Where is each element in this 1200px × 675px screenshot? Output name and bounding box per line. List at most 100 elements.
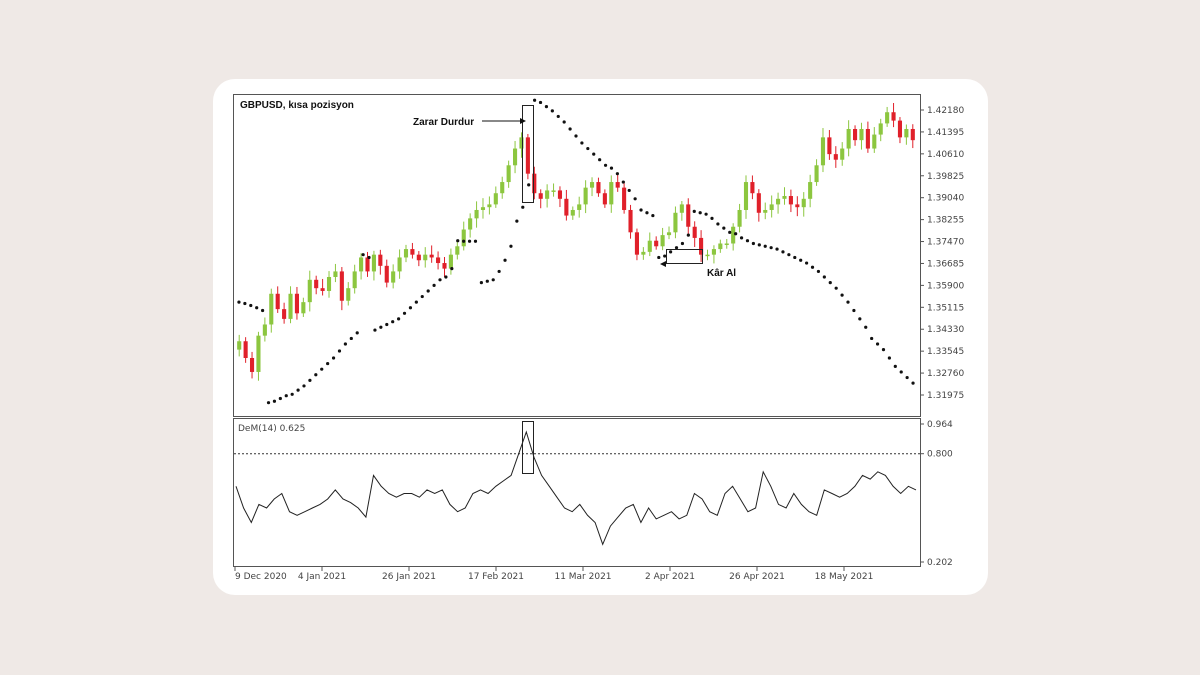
sar-dot bbox=[615, 172, 619, 176]
sar-dot bbox=[462, 239, 466, 243]
x-tick-label: 17 Feb 2021 bbox=[468, 572, 524, 582]
candle-body bbox=[820, 137, 826, 166]
price-tick-label: 1.31975 bbox=[927, 391, 964, 401]
candle-body bbox=[493, 193, 498, 205]
sar-dot bbox=[769, 246, 773, 250]
price-tick-label: 1.39040 bbox=[927, 194, 964, 204]
candle-body bbox=[262, 324, 267, 336]
candle-body bbox=[307, 279, 312, 303]
sar-dot bbox=[864, 325, 868, 329]
sar-dot bbox=[639, 208, 643, 212]
x-tick-label: 2 Apr 2021 bbox=[645, 572, 695, 582]
sar-dot bbox=[775, 247, 779, 251]
sar-dot bbox=[515, 219, 519, 223]
candle-body bbox=[416, 254, 421, 261]
sar-dot bbox=[858, 317, 862, 321]
indicator-panel bbox=[233, 418, 921, 567]
sar-dot bbox=[467, 239, 472, 243]
price-tick-label: 1.34330 bbox=[927, 325, 964, 335]
candle-body bbox=[782, 196, 787, 199]
candle-body bbox=[808, 182, 813, 199]
candle-body bbox=[513, 148, 518, 166]
sar-dot bbox=[734, 232, 738, 236]
candle-body bbox=[602, 193, 607, 205]
candle-body bbox=[461, 229, 466, 247]
sar-dot bbox=[751, 241, 755, 246]
candle-body bbox=[339, 271, 344, 301]
sar-dot bbox=[580, 141, 584, 145]
indicator-tick-label: 0.964 bbox=[927, 420, 953, 430]
sar-dot bbox=[538, 100, 543, 105]
candle-body bbox=[679, 204, 684, 213]
sar-dot bbox=[627, 188, 631, 193]
sar-dot bbox=[533, 98, 537, 102]
sar-dot bbox=[603, 163, 608, 167]
candle-body bbox=[609, 182, 614, 205]
sar-dot bbox=[302, 384, 306, 388]
candle-body bbox=[750, 182, 755, 194]
candle-body bbox=[814, 165, 819, 183]
candle-body bbox=[756, 193, 761, 213]
candle-body bbox=[583, 187, 588, 205]
sar-dot bbox=[243, 301, 247, 306]
indicator-tick-label: 0.800 bbox=[927, 450, 953, 460]
sar-dot bbox=[544, 105, 549, 109]
candle-body bbox=[891, 112, 896, 121]
sar-dot bbox=[331, 356, 336, 360]
sar-dot bbox=[479, 280, 483, 285]
candle-body bbox=[705, 254, 710, 257]
candle-body bbox=[718, 243, 723, 250]
sar-dot bbox=[881, 348, 886, 352]
sar-dot bbox=[840, 293, 844, 297]
candle-body bbox=[711, 249, 716, 255]
candle-body bbox=[429, 254, 434, 258]
price-tick-label: 1.38255 bbox=[927, 216, 964, 226]
sar-dot bbox=[503, 258, 507, 262]
stop-loss-label: Zarar Durdur bbox=[413, 117, 474, 128]
candle-body bbox=[269, 293, 274, 325]
candle-body bbox=[237, 341, 242, 350]
sar-dot bbox=[432, 283, 436, 287]
price-tick-label: 1.37470 bbox=[927, 238, 964, 248]
sar-dot bbox=[834, 286, 838, 290]
sar-dot bbox=[887, 356, 891, 360]
candle-body bbox=[686, 204, 691, 227]
candle-body bbox=[788, 196, 793, 205]
sar-dot bbox=[237, 300, 241, 304]
sar-dot bbox=[739, 236, 744, 240]
chart-canvas: 1.42180 1.41395 1.40610 1.39825 1.39040 1.382… bbox=[233, 94, 964, 582]
candle-body bbox=[288, 293, 293, 319]
sar-dot bbox=[337, 349, 342, 353]
sar-dot bbox=[805, 261, 809, 265]
sar-dot bbox=[320, 367, 324, 371]
sar-dot bbox=[290, 392, 294, 396]
sar-dot bbox=[426, 289, 430, 293]
price-tick-label: 1.35900 bbox=[927, 281, 964, 291]
candle-body bbox=[833, 154, 838, 160]
candle-body bbox=[743, 182, 749, 210]
candle-body bbox=[885, 112, 890, 124]
sar-dot bbox=[745, 239, 750, 243]
candle-body bbox=[378, 254, 383, 266]
sar-dot bbox=[899, 370, 903, 374]
candle-body bbox=[442, 263, 447, 269]
candle-body bbox=[801, 198, 806, 208]
candle-body bbox=[301, 302, 306, 314]
candle-body bbox=[249, 357, 255, 372]
sar-dot bbox=[674, 246, 679, 250]
candle-body bbox=[647, 240, 652, 252]
candle-body bbox=[557, 190, 563, 199]
price-tick-label: 1.36685 bbox=[927, 259, 964, 269]
price-panel bbox=[233, 94, 921, 417]
sar-dot bbox=[373, 328, 377, 332]
candle-body bbox=[570, 209, 575, 216]
sar-dot bbox=[314, 373, 318, 377]
sar-dot bbox=[810, 265, 815, 269]
sar-dot bbox=[781, 250, 785, 254]
sar-dot bbox=[255, 306, 259, 310]
candle-body bbox=[352, 271, 357, 289]
take-profit-label: Kâr Al bbox=[707, 268, 736, 279]
price-tick-label: 1.42180 bbox=[927, 106, 964, 116]
sar-dot bbox=[586, 146, 590, 151]
sar-dot bbox=[592, 152, 596, 156]
